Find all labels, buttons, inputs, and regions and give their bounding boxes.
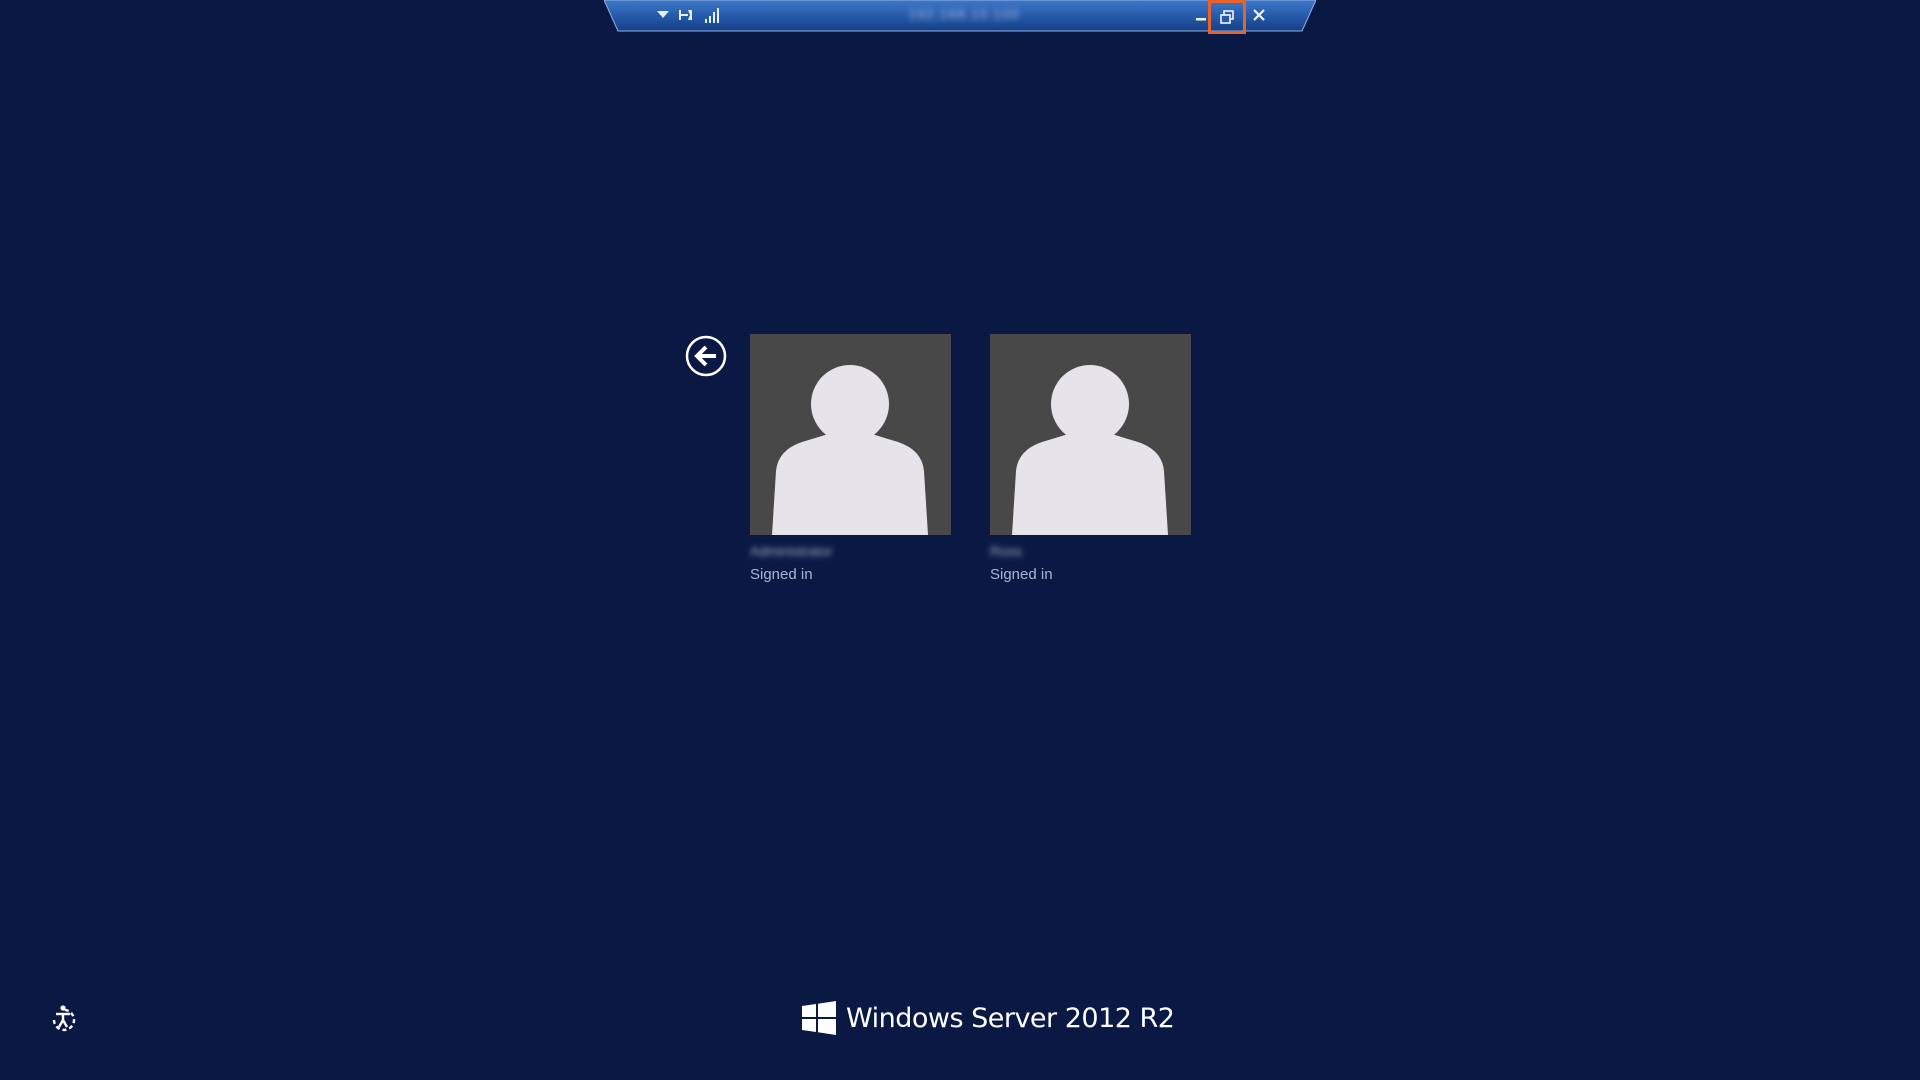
pin-icon [679,10,692,20]
lock-screen: 192.168.10.100 Administrator Signed in R… [0,0,1920,1080]
restore-down-icon [1220,10,1234,24]
back-button[interactable] [685,335,727,377]
connection-quality-icon [705,7,719,23]
ease-of-access-icon [52,1005,76,1032]
back-arrow-icon [685,335,727,377]
connection-title: 192.168.10.100 [908,6,1020,22]
branding: Windows Server 2012 R2 [802,998,1175,1038]
close-button[interactable] [1246,2,1272,28]
minimize-icon [1196,18,1206,21]
restore-down-button[interactable] [1208,0,1246,34]
windows-logo-icon [802,1001,836,1035]
user-silhouette-icon [750,334,951,535]
rdp-connection-bar: 192.168.10.100 [604,0,1316,34]
user-status: Signed in [750,566,813,583]
connection-bar-menu-button[interactable] [652,2,674,28]
user-name: Ross [990,543,1022,559]
user-tile-ross[interactable]: Ross Signed in [990,334,1191,583]
user-tile-administrator[interactable]: Administrator Signed in [750,334,951,583]
close-icon [1253,9,1265,21]
connection-quality-button[interactable] [700,2,724,28]
product-name: Windows Server 2012 R2 [846,1002,1175,1034]
pin-button[interactable] [674,2,698,28]
chevron-down-icon [657,11,669,18]
user-name: Administrator [750,543,833,559]
user-silhouette-icon [990,334,1191,535]
ease-of-access-button[interactable] [48,1003,78,1033]
user-status: Signed in [990,566,1053,583]
